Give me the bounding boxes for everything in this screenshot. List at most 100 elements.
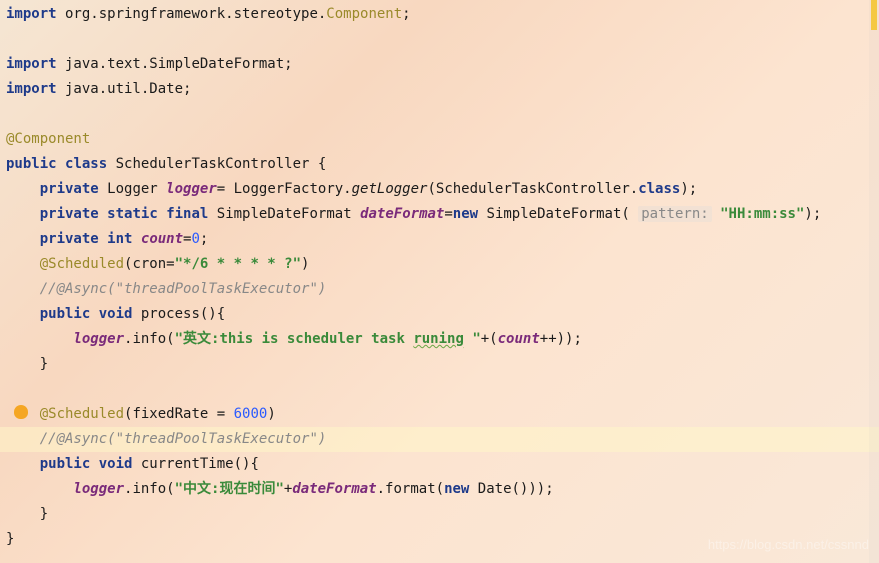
indent (6, 181, 40, 197)
keyword: import (6, 6, 57, 22)
brace: } (6, 531, 14, 547)
text: .info( (124, 331, 175, 347)
indent (6, 306, 40, 322)
keyword: new (453, 206, 478, 222)
package: java.util.Date; (57, 81, 192, 97)
code-line-empty[interactable] (0, 102, 879, 127)
annotation: @Scheduled (40, 406, 124, 422)
keyword: public (40, 456, 91, 472)
keyword: public (40, 306, 91, 322)
package: java.text.SimpleDateFormat; (57, 56, 293, 72)
field: dateFormat (360, 206, 444, 222)
keyword: import (6, 56, 57, 72)
code-line[interactable]: @Scheduled(fixedRate = 6000) (0, 402, 879, 427)
typo-warning: runing (413, 331, 464, 347)
indent (6, 431, 40, 447)
text: +( (481, 331, 498, 347)
code-line[interactable]: private static final SimpleDateFormat da… (0, 202, 879, 227)
method-call: getLogger (352, 181, 428, 197)
indent (6, 506, 40, 522)
indent (6, 331, 73, 347)
indent (6, 231, 40, 247)
code-line[interactable]: logger.info("中文:现在时间"+dateFormat.format(… (0, 477, 879, 502)
text: ); (804, 206, 821, 222)
field: logger (73, 331, 124, 347)
code-editor[interactable]: import org.springframework.stereotype.Co… (0, 0, 879, 552)
brace: } (40, 506, 48, 522)
text: ++)); (540, 331, 582, 347)
code-line[interactable]: import org.springframework.stereotype.Co… (0, 2, 879, 27)
keyword: private (40, 206, 99, 222)
indent (6, 256, 40, 272)
keyword: import (6, 81, 57, 97)
comment: //@Async("threadPoolTaskExecutor") (40, 281, 327, 297)
string: "HH:mm:ss" (720, 206, 804, 222)
code-line[interactable]: public class SchedulerTaskController { (0, 152, 879, 177)
comment: //@Async("threadPoolTaskExecutor") (40, 431, 327, 447)
parameter-hint: pattern: (638, 206, 711, 222)
indent (6, 481, 73, 497)
code-line[interactable]: //@Async("threadPoolTaskExecutor") (0, 277, 879, 302)
text: ) (267, 406, 275, 422)
method-name: process(){ (132, 306, 225, 322)
keyword: private (40, 181, 99, 197)
code-line[interactable]: import java.text.SimpleDateFormat; (0, 52, 879, 77)
code-line-current[interactable]: //@Async("threadPoolTaskExecutor") (0, 427, 879, 452)
code-line[interactable]: @Scheduled(cron="*/6 * * * * ?") (0, 252, 879, 277)
keyword: void (99, 306, 133, 322)
text: = LoggerFactory. (217, 181, 352, 197)
text: SimpleDateFormat( (478, 206, 638, 222)
text: Date())); (469, 481, 553, 497)
indent (6, 356, 40, 372)
code-line[interactable]: } (0, 502, 879, 527)
code-line[interactable]: public void currentTime(){ (0, 452, 879, 477)
text: = (444, 206, 452, 222)
field: count (498, 331, 540, 347)
scrollbar-warning-mark[interactable] (871, 0, 877, 30)
code-line[interactable]: logger.info("英文:this is scheduler task r… (0, 327, 879, 352)
keyword: void (99, 456, 133, 472)
indent (6, 456, 40, 472)
string: "中文:现在时间" (175, 481, 284, 497)
string: "*/6 * * * * ?" (175, 256, 301, 272)
class-ref: Component (326, 6, 402, 22)
indent (6, 281, 40, 297)
field: count (132, 231, 183, 247)
string: "英文:this is scheduler task (175, 331, 414, 347)
keyword: public (6, 156, 57, 172)
annotation: @Component (6, 131, 90, 147)
number: 0 (191, 231, 199, 247)
scrollbar[interactable] (869, 0, 879, 563)
keyword: static (107, 206, 158, 222)
code-line[interactable]: } (0, 352, 879, 377)
text: ; (200, 231, 208, 247)
code-line[interactable]: import java.util.Date; (0, 77, 879, 102)
text: ); (680, 181, 697, 197)
keyword: final (166, 206, 208, 222)
string: " (464, 331, 481, 347)
field: logger (166, 181, 217, 197)
type: Logger (99, 181, 166, 197)
code-line[interactable]: private Logger logger= LoggerFactory.get… (0, 177, 879, 202)
keyword: new (444, 481, 469, 497)
number: 6000 (234, 406, 268, 422)
keyword: class (65, 156, 107, 172)
code-line[interactable]: @Component (0, 127, 879, 152)
brace: } (40, 356, 48, 372)
text: (cron= (124, 256, 175, 272)
text: .info( (124, 481, 175, 497)
code-line[interactable]: public void process(){ (0, 302, 879, 327)
code-line-empty[interactable] (0, 377, 879, 402)
code-line[interactable]: private int count=0; (0, 227, 879, 252)
intention-bulb-icon[interactable] (14, 405, 28, 419)
semicolon: ; (402, 6, 410, 22)
code-line-empty[interactable] (0, 27, 879, 52)
watermark: https://blog.csdn.net/cssnnd (708, 532, 869, 557)
text: ) (301, 256, 309, 272)
text: (fixedRate = (124, 406, 234, 422)
keyword: private (40, 231, 99, 247)
text: .format( (377, 481, 444, 497)
keyword: class (638, 181, 680, 197)
field: dateFormat (292, 481, 376, 497)
keyword: int (107, 231, 132, 247)
